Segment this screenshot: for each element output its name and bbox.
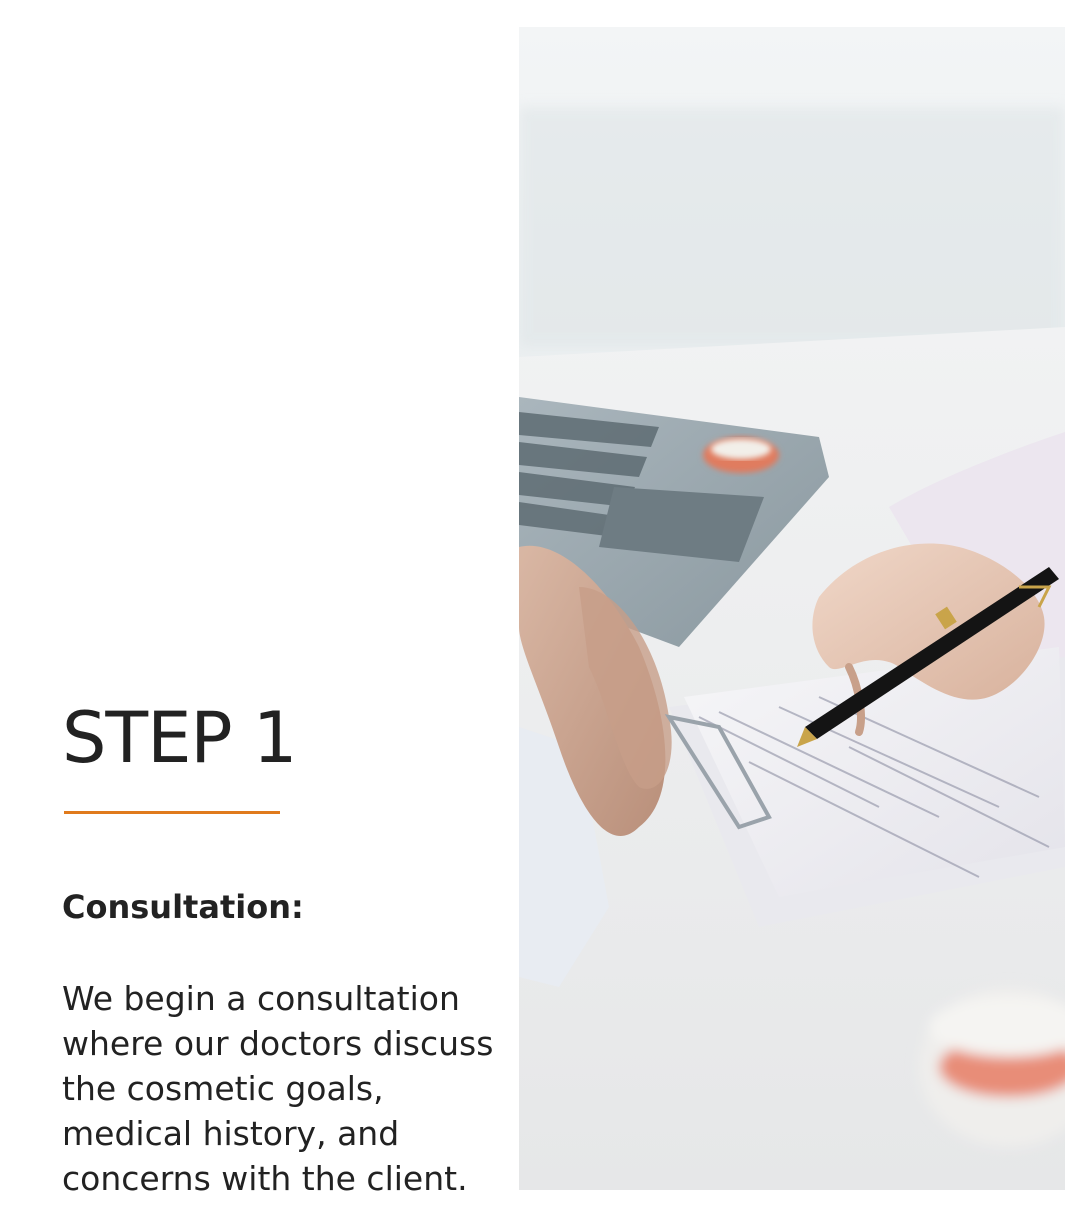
section-heading: Consultation:: [62, 888, 304, 926]
doctor-consultation-photo: [519, 27, 1065, 1190]
accent-divider: [64, 811, 280, 814]
step-description: We begin a consultation where our doctor…: [62, 979, 494, 1198]
step-title: STEP 1: [62, 697, 297, 779]
photo-illustration: [519, 27, 1065, 1190]
step-text-column: STEP 1 Consultation: We begin a consulta…: [62, 0, 512, 1227]
